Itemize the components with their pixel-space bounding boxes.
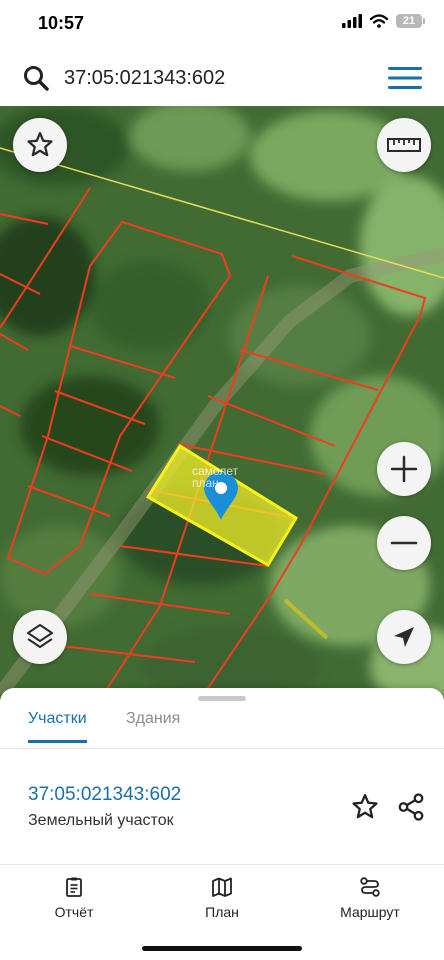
measure-button[interactable]: [377, 118, 431, 172]
watermark-line-2: план: [192, 476, 219, 490]
battery-level: 21: [402, 15, 416, 27]
layers-icon: [27, 624, 53, 648]
zoom-in-button[interactable]: [377, 442, 431, 496]
status-time: 10:57: [38, 13, 85, 33]
search-icon[interactable]: [22, 64, 50, 92]
search-bar: [0, 50, 444, 107]
hamburger-menu-icon[interactable]: [388, 66, 422, 90]
status-icons: 21: [342, 14, 425, 28]
zoom-out-button[interactable]: [377, 516, 431, 570]
layers-button[interactable]: [13, 610, 67, 664]
share-icon[interactable]: [396, 792, 426, 822]
favorites-button[interactable]: [13, 118, 67, 172]
nav-report[interactable]: Отчёт: [14, 876, 134, 922]
sheet-grabber[interactable]: [198, 696, 246, 701]
map-icon: [212, 877, 232, 897]
bottom-navigation: Отчёт План Маршрут: [0, 866, 444, 960]
route-icon: [360, 877, 380, 897]
my-location-button[interactable]: [377, 610, 431, 664]
add-to-favorites-star-icon[interactable]: [350, 792, 380, 822]
search-input[interactable]: [64, 62, 364, 94]
home-indicator[interactable]: [142, 946, 302, 951]
nav-plan-label: План: [205, 904, 239, 920]
minus-icon: [390, 541, 418, 545]
plus-icon: [390, 455, 418, 483]
tab-buildings[interactable]: Здания: [126, 710, 180, 740]
map-watermark: самолет план: [192, 465, 238, 489]
ruler-icon: [387, 138, 421, 152]
nav-route-label: Маршрут: [340, 904, 400, 920]
parcel-type-label: Земельный участок: [28, 812, 174, 829]
battery-indicator: 21: [396, 14, 425, 28]
sheet-divider: [0, 864, 444, 865]
wifi-icon: [370, 14, 388, 28]
nav-report-label: Отчёт: [54, 904, 94, 920]
parcel-info-sheet: Участки Здания 37:05:021343:602 Земельны…: [0, 688, 444, 866]
tab-parcels[interactable]: Участки: [28, 710, 87, 743]
map-view[interactable]: самолет план: [0, 106, 444, 700]
parcel-cadastral-number[interactable]: 37:05:021343:602: [28, 784, 181, 806]
navigation-arrow-icon: [394, 627, 414, 647]
status-bar: 10:57 21: [0, 0, 444, 50]
satellite-map[interactable]: [0, 106, 444, 700]
star-icon: [27, 132, 53, 157]
nav-route[interactable]: Маршрут: [310, 876, 430, 922]
report-icon: [66, 877, 82, 897]
nav-plan[interactable]: План: [162, 876, 282, 922]
tab-bar: Участки Здания: [0, 704, 444, 749]
cellular-signal-icon: [342, 14, 362, 28]
